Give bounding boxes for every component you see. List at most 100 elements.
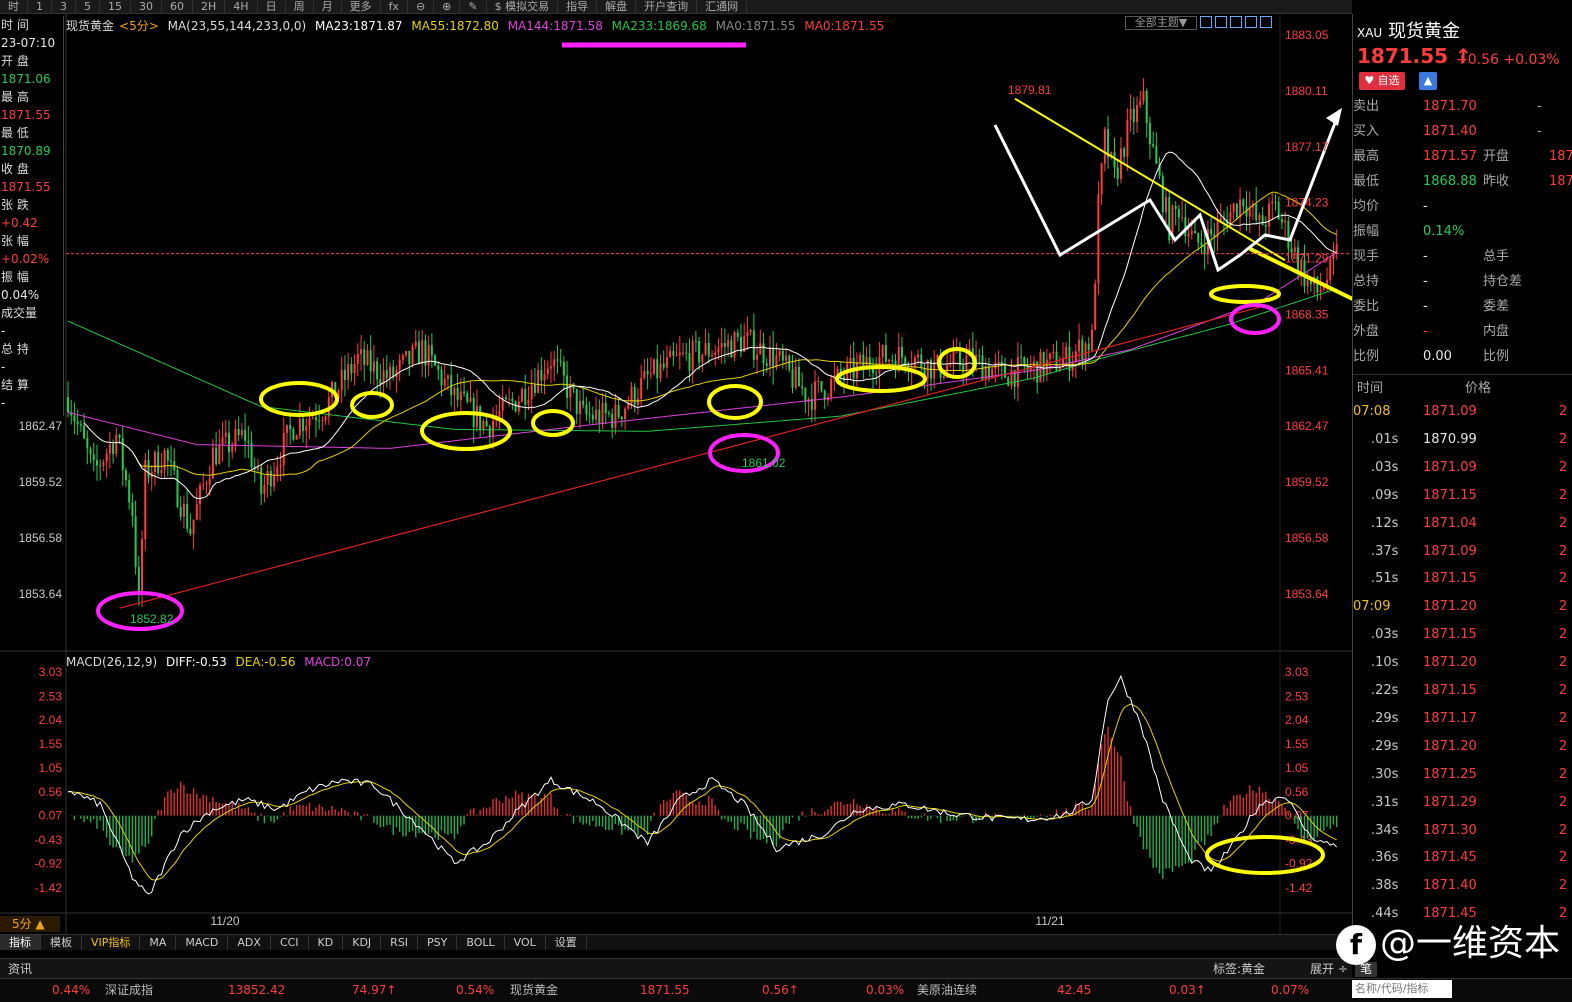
toolbar-item[interactable]: 15 bbox=[100, 0, 131, 13]
tick-flag: 2 bbox=[1559, 543, 1568, 559]
toolbar-item[interactable]: 30 bbox=[131, 0, 162, 13]
candle-body bbox=[1165, 196, 1168, 213]
indicator-tab[interactable]: PSY bbox=[418, 935, 458, 950]
tick-header: 时间 价格 bbox=[1353, 374, 1572, 396]
price-tick: 1862.47 bbox=[1285, 419, 1329, 433]
period-button[interactable]: 5分 ▲ bbox=[0, 916, 60, 932]
tick-price: 1871.09 bbox=[1423, 459, 1477, 475]
indicator-tab[interactable]: KD bbox=[309, 935, 344, 950]
indicator-tab[interactable]: 模板 bbox=[41, 935, 82, 950]
candle-body bbox=[1329, 258, 1332, 281]
indicator-tab[interactable]: KDJ bbox=[343, 935, 382, 950]
indicator-tab[interactable]: MA bbox=[140, 935, 177, 950]
quote-label-2: - bbox=[1537, 99, 1542, 114]
candle-body bbox=[282, 432, 285, 466]
candle-body bbox=[176, 470, 179, 508]
toolbar-item[interactable]: 2H bbox=[193, 0, 226, 13]
candle-body bbox=[1194, 231, 1196, 234]
macd-tick: 2.04 bbox=[1285, 713, 1309, 727]
indicator-tab[interactable]: 指标 bbox=[0, 935, 41, 950]
layout-icon[interactable] bbox=[1215, 16, 1227, 28]
toolbar-item[interactable]: 1 bbox=[28, 0, 52, 13]
toolbar-item[interactable]: 周 bbox=[286, 0, 314, 13]
tick-time: .10s bbox=[1371, 655, 1399, 671]
add-favorite-button[interactable]: ♥ 自选 bbox=[1359, 72, 1405, 90]
candle-body bbox=[717, 347, 720, 353]
tick-flag: 2 bbox=[1559, 878, 1568, 894]
toolbar-item[interactable]: 时 bbox=[0, 0, 28, 13]
candle-body bbox=[189, 528, 192, 534]
high-label: 1879.81 bbox=[1008, 83, 1052, 97]
theme-dropdown[interactable]: 全部主题▼ bbox=[1125, 16, 1197, 30]
indicator-tab[interactable]: VIP指标 bbox=[82, 935, 141, 950]
tick-time: 07:09 bbox=[1353, 599, 1391, 615]
indicator-tab[interactable]: BOLL bbox=[457, 935, 505, 950]
grid-icon[interactable] bbox=[1200, 16, 1212, 28]
candle-body bbox=[1177, 209, 1180, 218]
toolbar-item[interactable]: ⊖ bbox=[408, 0, 435, 13]
candle-body bbox=[900, 346, 903, 358]
ticker-item: 42.45 bbox=[1057, 983, 1092, 997]
candle-body bbox=[208, 478, 211, 485]
alert-bell-icon[interactable]: ▲ bbox=[1419, 72, 1437, 90]
toolbar-item[interactable]: ✎ bbox=[460, 0, 487, 13]
toolbar-item[interactable]: 月 bbox=[314, 0, 342, 13]
candle-body bbox=[604, 402, 607, 414]
candle-body bbox=[469, 397, 472, 402]
candle-body bbox=[546, 368, 549, 375]
candle-body bbox=[108, 444, 111, 454]
candle-body bbox=[1074, 351, 1077, 362]
split-icon[interactable] bbox=[1230, 16, 1242, 28]
indicator-tab[interactable]: CCI bbox=[271, 935, 309, 950]
indicator-tab[interactable]: ADX bbox=[228, 935, 271, 950]
tick-flag: 2 bbox=[1559, 431, 1568, 447]
toolbar-item[interactable]: 日 bbox=[258, 0, 286, 13]
candle-body bbox=[211, 447, 214, 479]
candle-body bbox=[1197, 233, 1200, 243]
candle-body bbox=[179, 507, 182, 517]
candle-body bbox=[408, 351, 411, 365]
candle-body bbox=[163, 450, 166, 471]
fullscreen-icon[interactable] bbox=[1260, 16, 1272, 28]
toolbar-item[interactable]: 5 bbox=[76, 0, 100, 13]
toolbar-item[interactable]: 汇通网 bbox=[697, 0, 748, 13]
toolbar-item[interactable]: 更多 bbox=[342, 0, 381, 13]
mid-low-label: 1861.02 bbox=[742, 456, 786, 470]
ticker-item: 13852.42 bbox=[228, 983, 286, 997]
toolbar-item[interactable]: 3 bbox=[52, 0, 76, 13]
toolbar-item[interactable]: 解盘 bbox=[597, 0, 637, 13]
indicator-tab[interactable]: VOL bbox=[505, 935, 546, 950]
indicator-tab[interactable]: RSI bbox=[381, 935, 419, 950]
tick-time: .01s bbox=[1371, 431, 1399, 447]
chart-canvas[interactable]: 1879.81 1852.82 1861.02 1883.05 1880.11 1877.… bbox=[0, 14, 1352, 934]
tick-row: .38s 1871.40 2 bbox=[1353, 872, 1572, 900]
toolbar-item[interactable]: 开户查询 bbox=[636, 0, 698, 13]
indicator-tab[interactable]: 设置 bbox=[546, 935, 587, 950]
quote-value: - bbox=[1423, 299, 1428, 314]
candle-body bbox=[1007, 377, 1010, 386]
search-input[interactable]: 名称/代码/指标 bbox=[1352, 980, 1452, 998]
candle-body bbox=[1016, 357, 1019, 388]
toolbar-item[interactable]: ⊕ bbox=[434, 0, 461, 13]
toolbar-item[interactable]: 指导 bbox=[558, 0, 598, 13]
quote-value: 0.14% bbox=[1423, 224, 1465, 239]
candle-body bbox=[73, 415, 76, 422]
candle-body bbox=[640, 377, 643, 399]
candle-body bbox=[450, 375, 453, 396]
candle-body bbox=[1139, 101, 1142, 106]
toolbar-item[interactable]: $ 模拟交易 bbox=[487, 0, 559, 13]
indicator-tab[interactable]: MACD bbox=[176, 935, 229, 950]
candle-body bbox=[153, 452, 156, 472]
candle-body bbox=[260, 467, 263, 494]
toolbar-item[interactable]: fx bbox=[381, 0, 408, 13]
window-icon[interactable] bbox=[1245, 16, 1257, 28]
tick-row: .29s 1871.20 2 bbox=[1353, 733, 1572, 761]
news-tag[interactable]: 标签:黄金 bbox=[1213, 959, 1265, 979]
news-label[interactable]: 资讯 bbox=[8, 959, 32, 979]
candle-body bbox=[482, 420, 485, 430]
toolbar-item[interactable]: 60 bbox=[162, 0, 193, 13]
candle-body bbox=[1287, 220, 1290, 249]
tick-row: .51s 1871.15 2 bbox=[1353, 565, 1572, 593]
toolbar-item[interactable]: 4H bbox=[225, 0, 258, 13]
candle-body bbox=[427, 345, 430, 366]
